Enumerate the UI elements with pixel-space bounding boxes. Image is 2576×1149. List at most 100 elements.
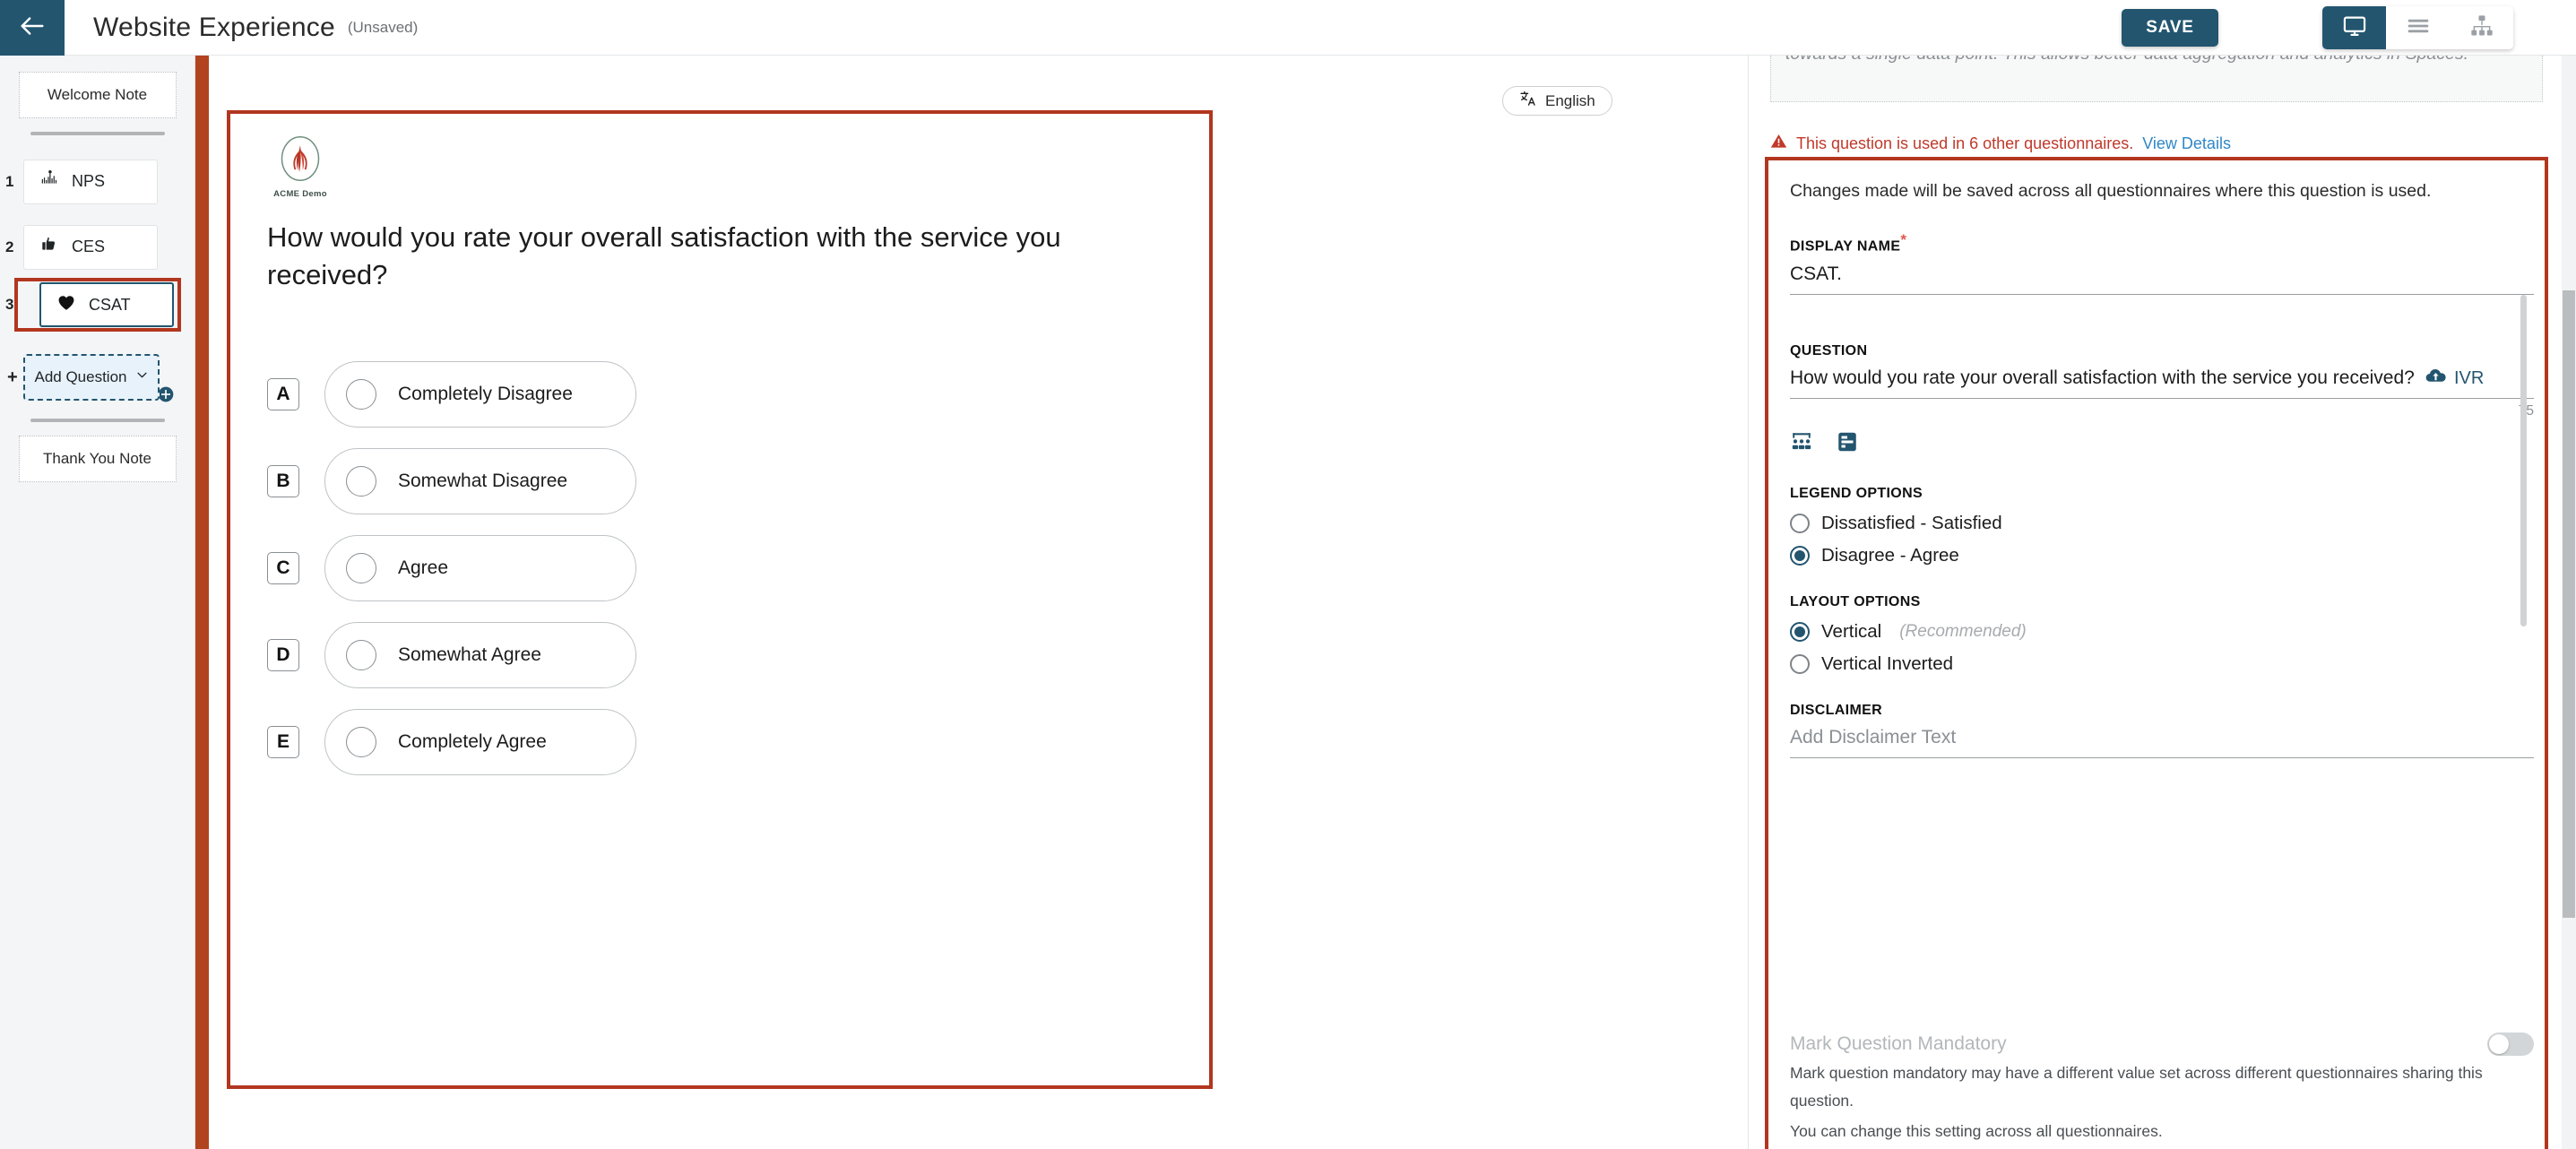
option-choice[interactable]: Somewhat Agree xyxy=(324,622,636,688)
audience-layout-icon[interactable] xyxy=(1790,430,1813,458)
layout-option-vertical-inverted[interactable]: Vertical Inverted xyxy=(1790,653,2523,675)
add-question-button[interactable]: Add Question xyxy=(23,354,160,401)
preview-question-text: How would you rate your overall satisfac… xyxy=(267,221,1061,291)
ivr-upload-badge[interactable]: IVR xyxy=(2425,365,2484,392)
view-details-link[interactable]: View Details xyxy=(2142,134,2231,153)
sidebar-item-csat[interactable]: CSAT xyxy=(39,282,174,327)
title-area: Website Experience (Unsaved) xyxy=(93,0,418,56)
panel-inner-scrollbar[interactable] xyxy=(2520,295,2527,626)
sidebar-welcome-note[interactable]: Welcome Note xyxy=(18,72,177,118)
flow-view-button[interactable] xyxy=(2450,6,2513,49)
page-scrollbar-thumb[interactable] xyxy=(2563,290,2575,918)
display-name-char-count xyxy=(1790,299,2534,315)
sidebar-question-row-nps: 1 NPS xyxy=(0,149,194,214)
option-letter: E xyxy=(267,726,299,758)
option-radio-icon[interactable] xyxy=(346,466,376,497)
sidebar-item-nps[interactable]: NPS xyxy=(23,159,158,204)
option-label: Somewhat Disagree xyxy=(398,470,568,491)
layout-options-label: LAYOUT OPTIONS xyxy=(1790,593,1921,609)
option-label: Completely Disagree xyxy=(398,383,573,404)
language-selector[interactable]: English xyxy=(1502,86,1612,116)
option-choice[interactable]: Agree xyxy=(324,535,636,601)
option-radio-icon[interactable] xyxy=(346,379,376,410)
question-settings-panel: towards a single data point. This allows… xyxy=(1748,56,2562,1149)
changes-note: Changes made will be saved across all qu… xyxy=(1790,181,2432,201)
layout-option-label: Vertical Inverted xyxy=(1821,652,1953,674)
question-tool-icons xyxy=(1790,430,2523,458)
mandatory-toggle-row: Mark Question Mandatory xyxy=(1790,1032,2534,1057)
layout-option-label: Vertical xyxy=(1821,620,1882,642)
option-choice[interactable]: Somewhat Disagree xyxy=(324,448,636,514)
view-mode-group xyxy=(2322,6,2513,49)
option-letter: C xyxy=(267,552,299,584)
shared-question-warning: This question is used in 6 other questio… xyxy=(1770,133,2231,154)
acme-logo-icon xyxy=(275,135,325,187)
monitor-icon xyxy=(2342,13,2367,43)
option-radio-icon[interactable] xyxy=(346,727,376,757)
preview-option-d: D Somewhat Agree xyxy=(267,617,1163,694)
sidebar-item-label: NPS xyxy=(72,172,106,190)
legend-option-label: Disagree - Agree xyxy=(1821,544,1959,566)
bar-chart-icon xyxy=(39,169,59,194)
save-button[interactable]: SAVE xyxy=(2122,9,2218,47)
question-char-count: 75 xyxy=(1790,403,2534,419)
mandatory-setting: Mark Question Mandatory Mark question ma… xyxy=(1790,1032,2534,1145)
mandatory-toggle[interactable] xyxy=(2487,1032,2534,1057)
question-number: 3 xyxy=(5,296,14,313)
legend-option-dissatisfied-satisfied[interactable]: Dissatisfied - Satisfied xyxy=(1790,513,2523,534)
form-layout-icon[interactable] xyxy=(1836,430,1859,458)
sidebar-item-label: CSAT xyxy=(89,295,131,314)
radio-icon xyxy=(1790,513,1810,533)
sidebar-item-label: CES xyxy=(72,238,106,255)
option-radio-icon[interactable] xyxy=(346,553,376,583)
mandatory-help-line-1: Mark question mandatory may have a diffe… xyxy=(1790,1064,2483,1110)
question-number: 1 xyxy=(5,172,14,190)
layout-option-vertical[interactable]: Vertical (Recommended) xyxy=(1790,621,2523,643)
brand-logo: ACME Demo xyxy=(267,134,333,199)
option-choice[interactable]: Completely Agree xyxy=(324,709,636,775)
layout-option-note: (Recommended) xyxy=(1899,621,2027,641)
settings-form: Changes made will be saved across all qu… xyxy=(1765,157,2548,1149)
option-letter: D xyxy=(267,639,299,671)
page-scrollbar-track[interactable] xyxy=(2562,56,2576,1149)
sidebar-item-ces[interactable]: CES xyxy=(23,224,158,270)
option-radio-icon[interactable] xyxy=(346,640,376,670)
radio-dot xyxy=(1794,549,1805,561)
cloud-upload-icon xyxy=(2425,365,2447,392)
sidebar-question-row-ces: 2 CES xyxy=(0,214,194,280)
sitemap-icon xyxy=(2469,13,2494,43)
question-number: 2 xyxy=(5,238,14,255)
option-label: Agree xyxy=(398,557,449,578)
section-accent-rail xyxy=(195,56,209,1149)
list-view-button[interactable] xyxy=(2386,6,2450,49)
display-name-input[interactable] xyxy=(1790,255,2534,295)
preview-option-e: E Completely Agree xyxy=(267,704,1163,781)
preview-options-list: A Completely Disagree B Somewhat Disagre… xyxy=(267,356,1163,790)
question-input-row: IVR xyxy=(1790,359,2562,398)
question-input[interactable] xyxy=(1790,359,2417,398)
disclaimer-input[interactable] xyxy=(1790,718,2534,758)
desktop-preview-button[interactable] xyxy=(2322,6,2386,49)
mandatory-label: Mark Question Mandatory xyxy=(1790,1033,2007,1055)
legend-option-label: Dissatisfied - Satisfied xyxy=(1821,512,2002,533)
radio-icon-selected xyxy=(1790,545,1810,566)
preview-option-b: B Somewhat Disagree xyxy=(267,443,1163,520)
hamburger-icon xyxy=(2406,13,2431,43)
option-choice[interactable]: Completely Disagree xyxy=(324,361,636,428)
preview-area: English ACME Demo How would you rate you… xyxy=(209,56,1748,1149)
option-letter: B xyxy=(267,465,299,497)
sidebar-divider-top xyxy=(30,132,165,135)
warning-triangle-icon xyxy=(1770,133,1787,154)
scrolled-info-note: towards a single data point. This allows… xyxy=(1770,56,2543,102)
legend-option-disagree-agree[interactable]: Disagree - Agree xyxy=(1790,545,2523,566)
questions-sidebar: Welcome Note 1 NPS 2 CES 3 CSAT + Add Qu… xyxy=(0,56,195,1149)
sidebar-question-row-csat: 3 CSAT xyxy=(5,278,181,332)
brand-name: ACME Demo xyxy=(273,189,327,199)
ivr-label: IVR xyxy=(2454,367,2485,388)
option-label: Completely Agree xyxy=(398,730,547,752)
back-button[interactable] xyxy=(0,0,65,56)
sidebar-thank-you-note[interactable]: Thank You Note xyxy=(18,436,177,482)
language-label: English xyxy=(1545,91,1595,109)
add-question-label: Add Question xyxy=(34,368,127,385)
scrolled-info-text: towards a single data point. This allows… xyxy=(1785,56,2528,67)
